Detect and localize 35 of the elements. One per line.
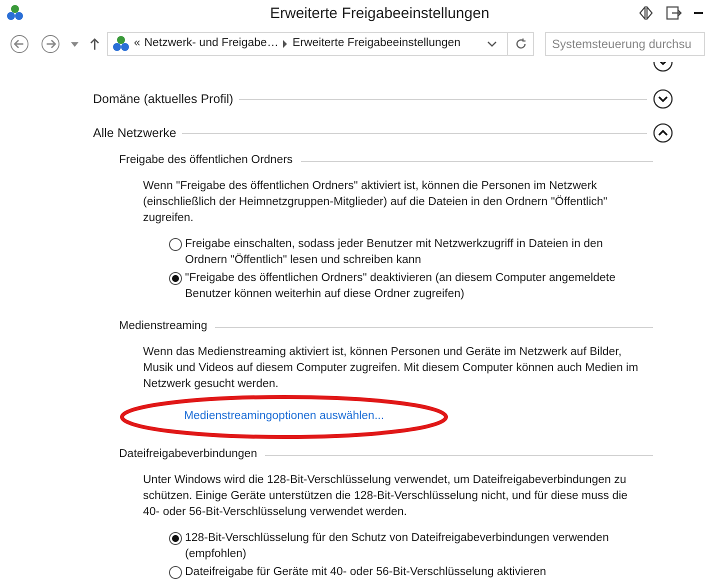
description-text: Unter Windows wird die 128-Bit-Verschlüsselung verwendet, um Dateifreigabeverbindungen zu schützen. Einige Geräte unterstützen die 128-Bit-Verschlüsselung nicht, und für diese muss die 40- oder 56-Bit-Verschlüsselung verwendet werden. bbox=[142, 473, 629, 520]
window-title: Erweiterte Freigabeeinstellungen bbox=[270, 4, 490, 24]
group-heading: Freigabe des öffentlichen Ordners bbox=[119, 153, 293, 168]
radio-label: Dateifreigabe für Geräte mit 40- oder 56-Bit-Verschlüsselung aktivieren bbox=[185, 565, 546, 580]
radio-label: 128-Bit-Verschlüsselung für den Schutz von Dateifreigabeverbindungen verwenden (empfohlen) bbox=[185, 531, 610, 562]
back-icon[interactable] bbox=[10, 34, 29, 54]
section-header[interactable]: Alle Netzwerke bbox=[93, 124, 176, 142]
radio-button[interactable] bbox=[169, 532, 182, 545]
dropdown-icon[interactable] bbox=[70, 40, 80, 48]
collapse-icon[interactable] bbox=[653, 123, 673, 143]
app-icon bbox=[6, 4, 24, 22]
window-icon[interactable] bbox=[666, 6, 682, 20]
forward-icon[interactable] bbox=[40, 34, 60, 54]
group-heading: Medienstreaming bbox=[119, 319, 208, 334]
radio-label: Freigabe einschalten, sodass jeder Benutzer mit Netzwerkzugriff in Dateien in den Ordnern "Öffentlich" lesen und schreiben kann bbox=[185, 237, 604, 268]
separator-arrow-icon[interactable] bbox=[282, 40, 288, 48]
snap-icon[interactable] bbox=[638, 6, 654, 20]
overflow-chevron[interactable]: « bbox=[134, 35, 140, 53]
radio-button[interactable] bbox=[169, 566, 182, 579]
expand-icon[interactable] bbox=[653, 89, 673, 109]
description-text: Wenn "Freigabe des öffentlichen Ordners" aktiviert ist, können die Personen im Netzwerk (einschließlich der Heimnetzgruppen-Mitglieder) auf die Dateien in den Ordnern "Öffentlich" zugreifen. bbox=[142, 179, 608, 226]
search-field[interactable]: Systemsteuerung durchsu bbox=[545, 32, 705, 56]
group-heading: Dateifreigabeverbindungen bbox=[119, 447, 258, 462]
section-header[interactable]: Domäne (aktuelles Profil) bbox=[93, 90, 234, 108]
radio-button[interactable] bbox=[169, 272, 182, 285]
breadcrumb-item[interactable]: Netzwerk- und Freigabe… bbox=[144, 35, 278, 53]
address-bar[interactable]: « Netzwerk- und Freigabe… Erweiterte Freigabeeinstellungen bbox=[106, 32, 534, 56]
radio-label: "Freigabe des öffentlichen Ordners" deaktivieren (an diesem Computer angemeldete Benutzer können weiterhin auf diese Ordner zugreifen) bbox=[185, 271, 616, 302]
radio-button[interactable] bbox=[169, 238, 182, 251]
chevron-down-icon[interactable] bbox=[487, 40, 497, 48]
network-icon bbox=[112, 35, 130, 53]
description-text: Wenn das Medienstreaming aktiviert ist, können Personen und Geräte im Netzwerk auf Bilder, Musik und Videos auf diesem Computer zugreifen. Mit diesem Computer können auch Medien im Netzwerk gesucht werden. bbox=[142, 345, 640, 392]
refresh-icon bbox=[514, 38, 526, 50]
up-icon[interactable] bbox=[89, 37, 101, 51]
breadcrumb-item[interactable]: Erweiterte Freigabeeinstellungen bbox=[292, 35, 461, 53]
